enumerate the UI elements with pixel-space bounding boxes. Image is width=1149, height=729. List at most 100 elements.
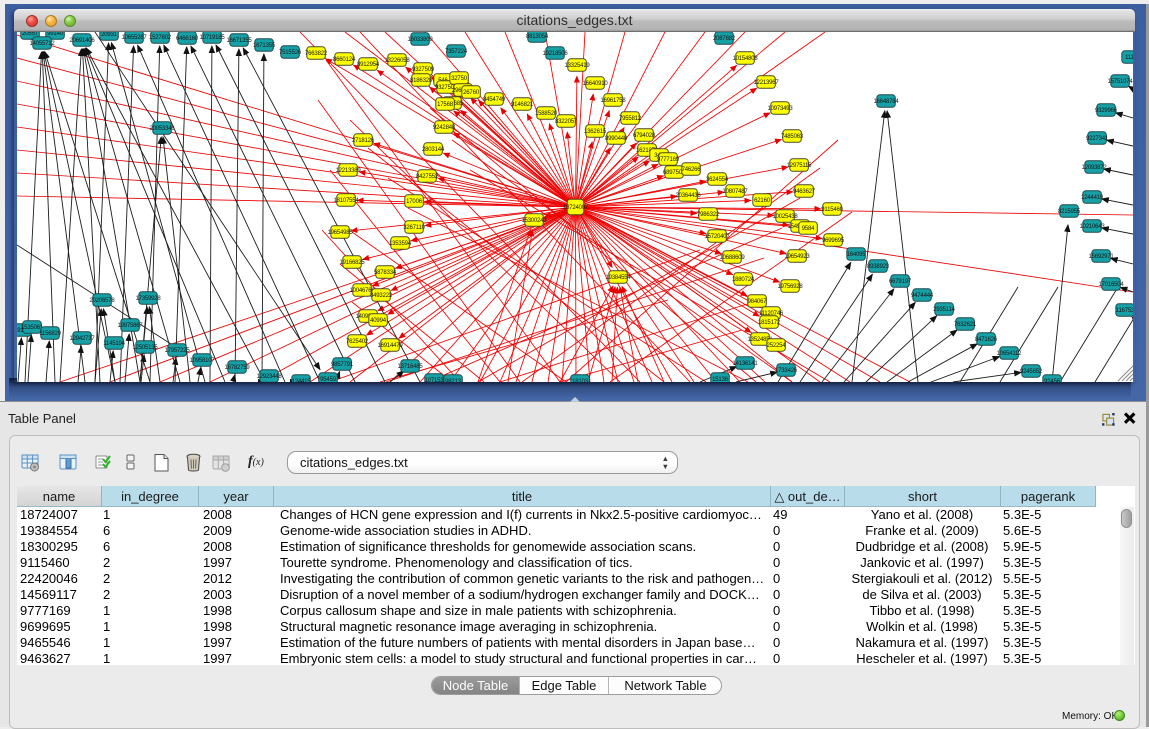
svg-text:19975867: 19975867 bbox=[117, 323, 143, 329]
svg-text:16782759: 16782759 bbox=[224, 365, 250, 371]
svg-text:26760: 26760 bbox=[463, 90, 480, 96]
svg-text:10807487: 10807487 bbox=[722, 189, 748, 195]
svg-text:8186328: 8186328 bbox=[410, 78, 433, 84]
svg-text:1815172: 1815172 bbox=[758, 320, 781, 326]
svg-text:3493222: 3493222 bbox=[370, 293, 393, 299]
svg-text:8990448: 8990448 bbox=[605, 136, 628, 142]
svg-text:7515526: 7515526 bbox=[279, 50, 302, 56]
svg-text:9857791: 9857791 bbox=[331, 362, 354, 368]
svg-text:16033809: 16033809 bbox=[407, 37, 433, 43]
svg-text:19218506: 19218506 bbox=[542, 51, 568, 57]
svg-text:1362615: 1362615 bbox=[584, 129, 607, 135]
svg-text:16671355: 16671355 bbox=[226, 38, 252, 44]
svg-text:9463627: 9463627 bbox=[793, 189, 816, 195]
svg-text:8660124: 8660124 bbox=[333, 57, 356, 63]
svg-text:7986322: 7986322 bbox=[697, 212, 720, 218]
svg-text:12975115: 12975115 bbox=[787, 163, 813, 169]
svg-text:20206578: 20206578 bbox=[89, 298, 115, 304]
svg-text:15720407: 15720407 bbox=[704, 234, 730, 240]
svg-text:12923448: 12923448 bbox=[256, 374, 282, 380]
svg-text:12505135: 12505135 bbox=[132, 345, 158, 351]
svg-text:16648784: 16648784 bbox=[873, 99, 899, 105]
svg-text:10655267: 10655267 bbox=[121, 35, 147, 41]
svg-text:10688609: 10688609 bbox=[719, 255, 745, 261]
svg-text:10719185: 10719185 bbox=[199, 35, 225, 41]
svg-text:12213389: 12213389 bbox=[335, 168, 361, 174]
svg-text:14136141: 14136141 bbox=[732, 361, 758, 367]
svg-text:10973493: 10973493 bbox=[767, 106, 793, 112]
svg-text:7955812: 7955812 bbox=[619, 116, 642, 122]
svg-text:7632621: 7632621 bbox=[954, 322, 977, 328]
svg-text:107153: 107153 bbox=[425, 378, 445, 382]
svg-text:9115460: 9115460 bbox=[821, 207, 843, 213]
svg-text:17006: 17006 bbox=[406, 199, 423, 205]
svg-text:12093872: 12093872 bbox=[1081, 165, 1107, 171]
svg-text:8215955: 8215955 bbox=[1058, 209, 1081, 215]
svg-text:6466160: 6466160 bbox=[176, 36, 199, 42]
svg-text:99140: 99140 bbox=[47, 32, 64, 37]
svg-text:1527602: 1527602 bbox=[149, 35, 172, 41]
svg-text:92456: 92456 bbox=[1044, 379, 1061, 382]
svg-text:1353594: 1353594 bbox=[389, 241, 412, 247]
svg-text:12942737: 12942737 bbox=[69, 336, 95, 342]
svg-text:13716485: 13716485 bbox=[397, 364, 423, 370]
svg-text:9327509: 9327509 bbox=[412, 67, 435, 73]
svg-text:19166825: 19166825 bbox=[339, 260, 365, 266]
svg-text:1880724: 1880724 bbox=[732, 277, 755, 283]
svg-text:10154808: 10154808 bbox=[732, 56, 758, 62]
svg-text:7625402: 7625402 bbox=[346, 339, 369, 345]
svg-text:8813054: 8813054 bbox=[526, 34, 549, 40]
svg-text:19654923: 19654923 bbox=[784, 254, 810, 260]
svg-text:2087682: 2087682 bbox=[713, 36, 736, 42]
svg-text:9777169: 9777169 bbox=[657, 157, 680, 163]
svg-text:19654985: 19654985 bbox=[327, 230, 353, 236]
svg-text:1588520: 1588520 bbox=[535, 111, 558, 117]
svg-text:1244419: 1244419 bbox=[1081, 195, 1104, 201]
svg-text:20691406: 20691406 bbox=[69, 38, 95, 44]
svg-text:8454749: 8454749 bbox=[483, 97, 506, 103]
svg-text:40994: 40994 bbox=[370, 318, 387, 324]
svg-text:8471626: 8471626 bbox=[975, 337, 998, 343]
svg-text:16640910: 16640910 bbox=[582, 81, 608, 87]
svg-text:9474444: 9474444 bbox=[911, 293, 934, 299]
svg-text:124415: 124415 bbox=[292, 379, 312, 382]
svg-text:3624554: 3624554 bbox=[706, 177, 729, 183]
svg-text:15751074: 15751074 bbox=[1107, 79, 1133, 85]
svg-text:1671355: 1671355 bbox=[253, 43, 276, 49]
svg-text:13226058: 13226058 bbox=[384, 58, 410, 64]
svg-text:3267110: 3267110 bbox=[403, 225, 425, 231]
svg-text:17568: 17568 bbox=[437, 102, 454, 108]
svg-text:9242848: 9242848 bbox=[433, 125, 456, 131]
svg-text:10210643: 10210643 bbox=[1079, 224, 1105, 230]
svg-text:15300243: 15300243 bbox=[521, 218, 547, 224]
svg-text:10654112: 10654112 bbox=[997, 351, 1023, 357]
svg-text:19756928: 19756928 bbox=[777, 284, 803, 290]
svg-text:7485063: 7485063 bbox=[781, 134, 804, 140]
svg-text:12213967: 12213967 bbox=[753, 80, 779, 86]
svg-text:95459: 95459 bbox=[320, 377, 337, 382]
svg-text:9584: 9584 bbox=[802, 226, 815, 232]
svg-text:9146821: 9146821 bbox=[511, 102, 534, 108]
svg-text:1156829: 1156829 bbox=[39, 331, 61, 337]
svg-text:18103: 18103 bbox=[572, 379, 589, 382]
svg-text:20931: 20931 bbox=[101, 32, 118, 38]
svg-text:17016504: 17016504 bbox=[1098, 282, 1124, 288]
svg-text:16914479: 16914479 bbox=[377, 343, 403, 349]
svg-text:17957225: 17957225 bbox=[164, 348, 190, 354]
svg-text:9245652: 9245652 bbox=[1020, 369, 1043, 375]
svg-text:2803144: 2803144 bbox=[422, 147, 445, 153]
svg-text:9329966: 9329966 bbox=[1095, 108, 1118, 114]
svg-text:7357224: 7357224 bbox=[445, 49, 468, 55]
svg-text:32750: 32750 bbox=[451, 76, 468, 82]
svg-text:62160: 62160 bbox=[754, 198, 771, 204]
svg-text:15692971: 15692971 bbox=[1088, 254, 1114, 260]
svg-text:2935114: 2935114 bbox=[933, 307, 955, 313]
svg-text:984067: 984067 bbox=[748, 299, 768, 305]
svg-text:116753: 116753 bbox=[1116, 308, 1133, 314]
svg-text:13325419: 13325419 bbox=[564, 63, 590, 69]
svg-text:8912954: 8912954 bbox=[357, 62, 380, 68]
svg-text:16961758: 16961758 bbox=[600, 98, 626, 104]
svg-text:9699695: 9699695 bbox=[822, 238, 845, 244]
svg-text:18107554: 18107554 bbox=[333, 198, 359, 204]
svg-text:1733426: 1733426 bbox=[775, 368, 798, 374]
